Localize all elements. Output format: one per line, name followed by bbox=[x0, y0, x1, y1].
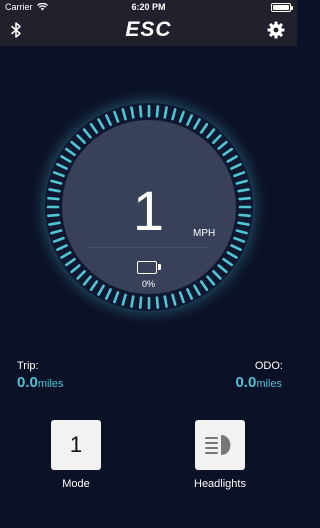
gauge-tick bbox=[138, 296, 143, 309]
gauge-tick bbox=[155, 296, 160, 309]
gauge-tick bbox=[163, 295, 168, 308]
trip-number: 0.0 bbox=[17, 374, 38, 391]
odo-unit: miles bbox=[256, 378, 282, 390]
gauge-divider bbox=[88, 247, 210, 248]
odo-number: 0.0 bbox=[235, 374, 257, 391]
mode-value: 1 bbox=[69, 432, 83, 457]
headlight-icon bbox=[205, 435, 231, 455]
battery-icon bbox=[137, 261, 161, 274]
trip-value: 0.0miles bbox=[17, 374, 64, 391]
gauge-tick bbox=[155, 105, 160, 118]
gauge-tick bbox=[138, 105, 143, 118]
status-time: 6:20 PM bbox=[131, 2, 166, 12]
headlights-button[interactable] bbox=[195, 420, 245, 470]
status-bar: Carrier 6:20 PM bbox=[0, 0, 297, 14]
status-battery-icon bbox=[271, 3, 293, 12]
nav-bar: ESC bbox=[0, 14, 297, 46]
trip-label: Trip: bbox=[17, 360, 39, 372]
battery-percent: 0% bbox=[141, 279, 155, 289]
trip-unit: miles bbox=[37, 378, 64, 390]
app-title: ESC bbox=[125, 18, 172, 41]
mode-button[interactable]: 1 bbox=[51, 420, 101, 470]
odo-value: 0.0miles bbox=[235, 374, 282, 391]
odo-label: ODO: bbox=[254, 360, 283, 372]
gear-icon[interactable] bbox=[267, 21, 285, 39]
speed-unit: MPH bbox=[193, 228, 216, 239]
gauge-tick bbox=[130, 295, 135, 308]
speed-value: 1 bbox=[132, 179, 165, 242]
gauge-tick bbox=[163, 106, 168, 119]
mode-label: Mode bbox=[62, 478, 90, 490]
headlights-label: Headlights bbox=[194, 478, 246, 490]
gauge-tick bbox=[130, 106, 135, 119]
